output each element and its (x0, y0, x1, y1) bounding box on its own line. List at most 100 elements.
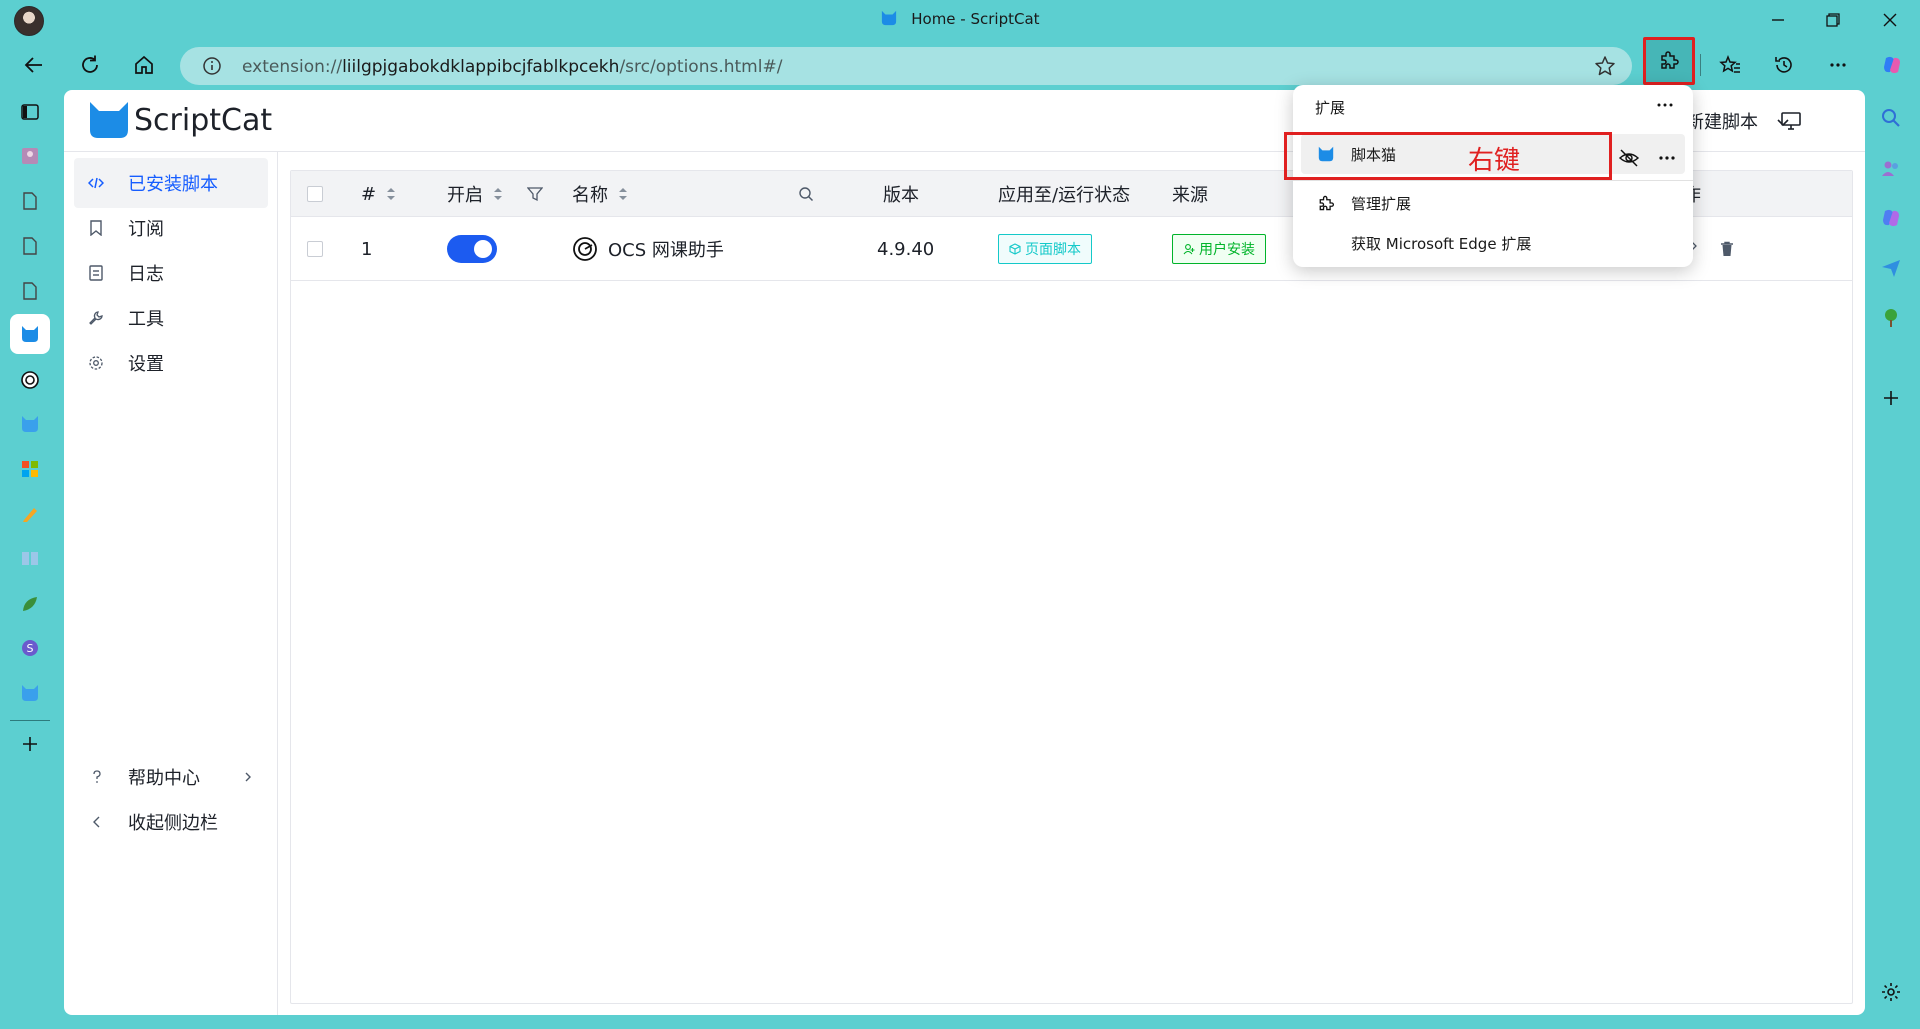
sidebar-search-button[interactable] (1871, 98, 1911, 138)
code-icon (88, 177, 104, 189)
vertical-tab-scriptcat-2[interactable] (10, 673, 50, 713)
new-script-dropdown[interactable]: 新建脚本 (1686, 108, 1790, 134)
header-enabled[interactable]: 开启 (447, 171, 503, 217)
address-bar[interactable]: extension://liilgpjgabokdklappibcjfablkp… (180, 47, 1632, 85)
sidebar-add-button[interactable] (1871, 378, 1911, 418)
vertical-tab-scriptcat-active[interactable] (10, 314, 50, 354)
menu-item-settings[interactable]: 设置 (74, 338, 268, 388)
favorites-button[interactable] (1710, 44, 1750, 86)
vertical-tab-pen[interactable] (10, 494, 50, 534)
header-index[interactable]: # (361, 171, 396, 217)
menu-item-installed-scripts[interactable]: 已安装脚本 (74, 158, 268, 208)
vertical-tab-ocs[interactable] (10, 360, 50, 400)
sort-icon[interactable] (493, 186, 503, 202)
row-index: 1 (361, 238, 373, 260)
browser-toolbar: extension://liilgpjgabokdklappibcjfablkp… (0, 44, 1920, 86)
sort-icon[interactable] (618, 186, 628, 202)
header-name[interactable]: 名称 (572, 171, 628, 217)
leaf-icon (23, 597, 37, 611)
toggle-switch[interactable] (447, 235, 497, 263)
sort-icon[interactable] (386, 186, 396, 202)
vertical-tab-3[interactable] (10, 226, 50, 266)
history-icon (1775, 57, 1792, 73)
puzzle-icon (1319, 195, 1334, 211)
sidebar-people-button[interactable] (1871, 148, 1911, 188)
restore-icon (1826, 13, 1840, 27)
chevron-right-icon (245, 772, 251, 782)
cube-icon (1009, 243, 1021, 255)
menu-item-logs[interactable]: 日志 (74, 248, 268, 298)
filter-button[interactable] (527, 171, 543, 217)
more-horizontal-icon[interactable] (1656, 147, 1678, 169)
menu-item-tools[interactable]: 工具 (74, 293, 268, 343)
new-tab-button[interactable] (10, 724, 50, 764)
checkbox[interactable] (307, 241, 323, 257)
get-edge-extensions-item[interactable]: 获取 Microsoft Edge 扩展 (1301, 223, 1685, 263)
search-icon (1882, 109, 1900, 127)
window-title: Home - ScriptCat (0, 10, 1920, 28)
copilot-button[interactable] (1872, 44, 1912, 86)
menu-item-subscribe[interactable]: 订阅 (74, 203, 268, 253)
row-delete-button[interactable] (1719, 217, 1735, 281)
gear-icon (89, 356, 103, 370)
back-button[interactable] (14, 44, 54, 86)
address-url: extension://liilgpjgabokdklappibcjfablkp… (242, 57, 783, 77)
vertical-tab-1[interactable] (10, 136, 50, 176)
settings-more-button[interactable] (1818, 44, 1858, 86)
scriptcat-icon (22, 326, 38, 342)
home-button[interactable] (124, 44, 164, 86)
plus-icon (23, 737, 37, 751)
popup-title: 扩展 (1315, 99, 1346, 117)
menu-help-center[interactable]: 帮助中心 (74, 755, 268, 799)
row-checkbox[interactable] (307, 217, 323, 281)
log-icon (89, 265, 103, 281)
document-icon (23, 237, 37, 255)
sidebar-copilot-button[interactable] (1871, 198, 1911, 238)
more-horizontal-icon[interactable] (1655, 95, 1675, 115)
vertical-tab-scriptcat[interactable] (10, 404, 50, 444)
trash-icon (1721, 241, 1733, 256)
row-name[interactable]: OCS 网课助手 (572, 217, 724, 281)
image-thumbnail-icon (22, 148, 38, 164)
tab-panel-icon (21, 104, 39, 120)
search-button[interactable] (798, 171, 814, 217)
info-icon (203, 57, 221, 75)
refresh-button[interactable] (70, 44, 110, 86)
vertical-tab-4[interactable] (10, 271, 50, 311)
manage-extensions-item[interactable]: 管理扩展 (1301, 183, 1685, 223)
close-button[interactable] (1870, 6, 1910, 34)
checkbox[interactable] (307, 186, 323, 202)
sidebar-settings-button[interactable] (1871, 972, 1911, 1012)
minimize-button[interactable] (1758, 6, 1798, 34)
question-icon (93, 770, 101, 783)
vertical-tab-2[interactable] (10, 181, 50, 221)
select-all-checkbox[interactable] (307, 171, 323, 217)
favorite-star-icon[interactable] (1594, 55, 1616, 77)
extensions-button[interactable] (1643, 37, 1695, 85)
row-enable-toggle[interactable] (447, 217, 497, 281)
filter-icon (527, 187, 543, 202)
people-icon (1882, 161, 1898, 176)
vertical-tab-s[interactable]: S (10, 628, 50, 668)
gear-icon (1882, 983, 1900, 1001)
sidebar-tree-button[interactable] (1871, 298, 1911, 338)
copilot-icon (1884, 56, 1900, 74)
vertical-tab-leaf[interactable] (10, 584, 50, 624)
monitor-icon[interactable] (1780, 110, 1802, 132)
menu-collapse-sidebar[interactable]: 收起侧边栏 (74, 800, 268, 844)
app-logo[interactable]: ScriptCat (88, 98, 272, 142)
tab-actions-button[interactable] (10, 92, 50, 132)
puzzle-icon (1661, 51, 1679, 69)
vertical-tab-grid[interactable] (10, 449, 50, 489)
document-icon (23, 282, 37, 300)
user-plus-icon (1183, 244, 1195, 255)
vertical-tab-book[interactable] (10, 538, 50, 578)
plus-icon (1884, 391, 1898, 405)
history-button[interactable] (1764, 44, 1804, 86)
eye-hidden-icon[interactable] (1618, 147, 1640, 169)
refresh-icon (82, 55, 98, 73)
sidebar-send-button[interactable] (1871, 248, 1911, 288)
search-icon (799, 187, 814, 202)
restore-button[interactable] (1813, 6, 1853, 34)
back-arrow-icon (24, 57, 42, 73)
